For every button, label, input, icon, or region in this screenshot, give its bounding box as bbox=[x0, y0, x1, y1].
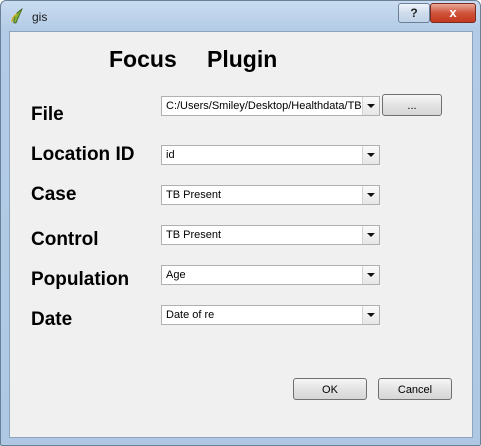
case-combobox[interactable]: TB Present bbox=[161, 185, 380, 205]
population-value: Age bbox=[166, 269, 186, 281]
location-id-value: id bbox=[166, 149, 175, 161]
cancel-button[interactable]: Cancel bbox=[378, 378, 452, 400]
browse-button[interactable]: ... bbox=[382, 94, 442, 116]
file-combobox[interactable]: C:/Users/Smiley/Desktop/Healthdata/TB. bbox=[161, 96, 380, 116]
control-value: TB Present bbox=[166, 229, 222, 241]
ok-button[interactable]: OK bbox=[293, 378, 367, 400]
case-value: TB Present bbox=[166, 189, 222, 201]
dialog-window: gis ? x Focus Plugin File C:/Users/Smile… bbox=[0, 0, 481, 446]
qgis-icon bbox=[10, 7, 24, 24]
help-button[interactable]: ? bbox=[398, 3, 430, 23]
window-title: gis bbox=[32, 10, 48, 24]
title-bar[interactable]: gis ? x bbox=[1, 1, 480, 31]
chevron-down-icon[interactable] bbox=[362, 97, 379, 115]
chevron-down-icon[interactable] bbox=[362, 266, 379, 284]
chevron-down-icon[interactable] bbox=[362, 306, 379, 324]
chevron-down-icon[interactable] bbox=[362, 226, 379, 244]
population-label: Population bbox=[31, 269, 130, 290]
location-id-label: Location ID bbox=[31, 144, 135, 165]
location-id-combobox[interactable]: id bbox=[161, 145, 380, 165]
chevron-down-icon[interactable] bbox=[362, 186, 379, 204]
population-combobox[interactable]: Age bbox=[161, 265, 380, 285]
case-label: Case bbox=[31, 184, 77, 205]
file-value: C:/Users/Smiley/Desktop/Healthdata/TB. bbox=[166, 100, 362, 112]
dialog-body: Focus Plugin File C:/Users/Smiley/Deskto… bbox=[9, 31, 473, 438]
date-combobox[interactable]: Date of re bbox=[161, 305, 380, 325]
date-label: Date bbox=[31, 309, 73, 330]
chevron-down-icon[interactable] bbox=[362, 146, 379, 164]
control-combobox[interactable]: TB Present bbox=[161, 225, 380, 245]
control-label: Control bbox=[31, 229, 99, 250]
close-icon: x bbox=[449, 5, 457, 20]
file-label: File bbox=[31, 104, 64, 125]
date-value: Date of re bbox=[166, 309, 215, 321]
close-button[interactable]: x bbox=[430, 3, 476, 23]
heading-plugin: Plugin bbox=[207, 46, 278, 72]
heading-focus: Focus bbox=[109, 46, 177, 72]
